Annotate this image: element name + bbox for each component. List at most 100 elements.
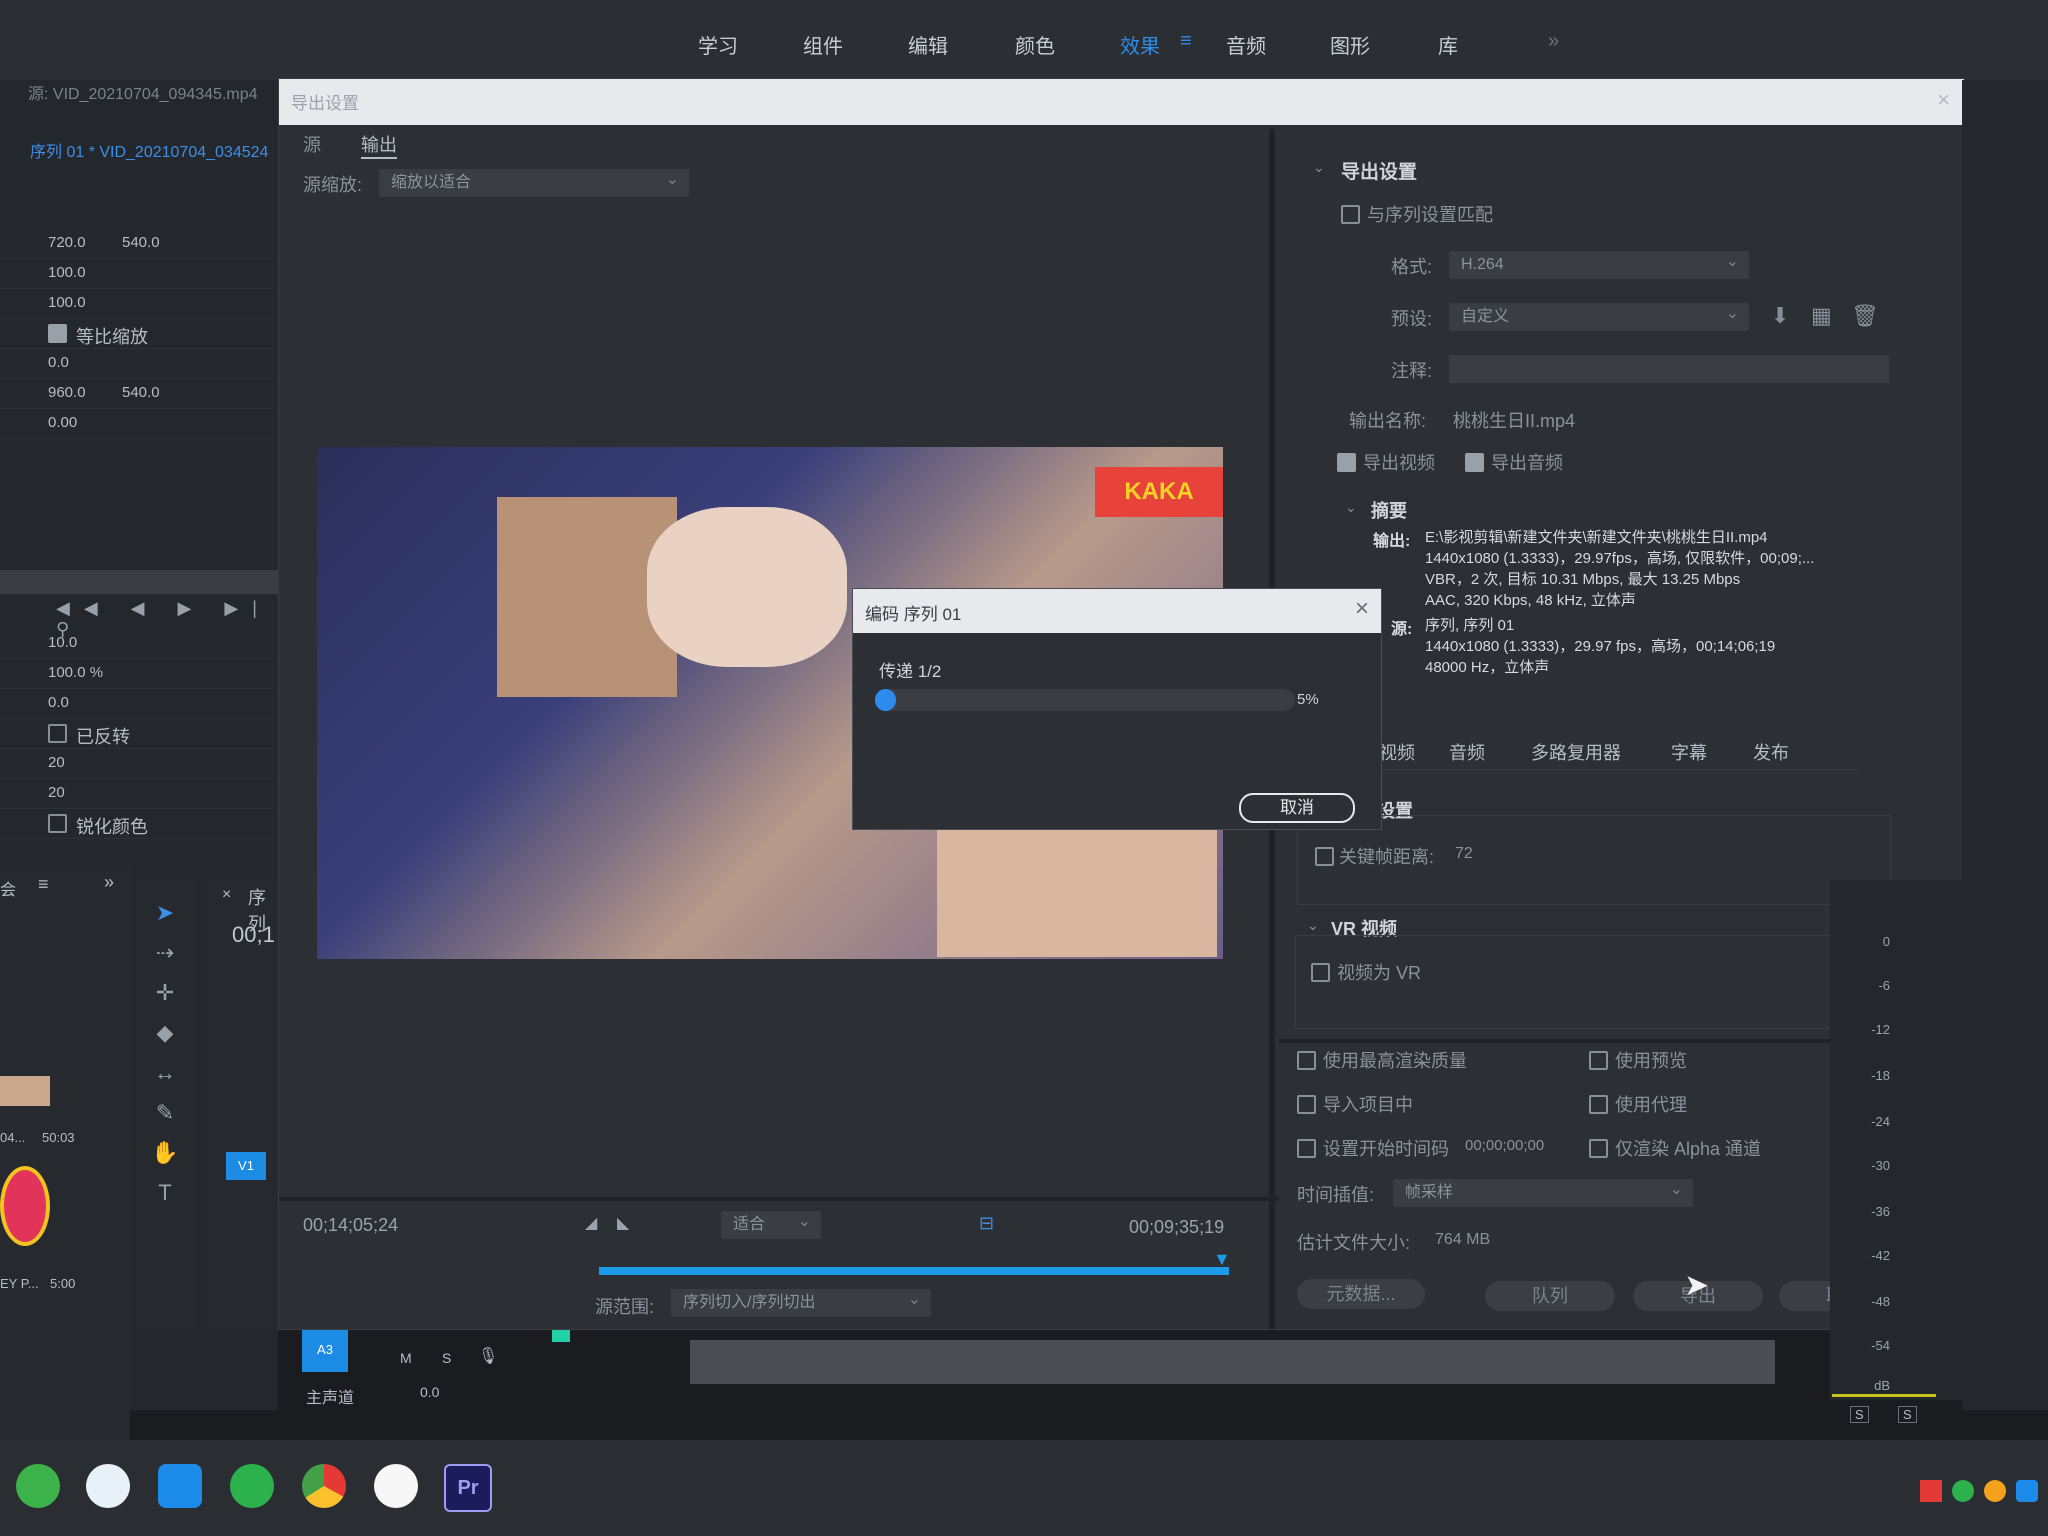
v2-value-2[interactable]: 100.0 %: [48, 664, 103, 681]
ripple-edit-tool-icon[interactable]: ✛: [148, 980, 182, 1010]
workspace-tab-effects[interactable]: 效果: [1120, 30, 1160, 59]
track-a3-target[interactable]: A3: [302, 1328, 348, 1372]
save-preset-icon[interactable]: ⬇: [1771, 303, 1789, 329]
queue-button[interactable]: 队列: [1485, 1281, 1615, 1311]
max-render-quality-checkbox[interactable]: [1297, 1051, 1316, 1070]
timeline-close-icon[interactable]: ×: [222, 886, 231, 904]
source-range-dropdown[interactable]: 序列切入/序列切出: [671, 1286, 931, 1317]
hand-tool-icon[interactable]: ✋: [148, 1140, 182, 1170]
v3-value-1[interactable]: 20: [48, 754, 65, 771]
mark-in-icon[interactable]: ◢: [585, 1213, 597, 1233]
scale-value[interactable]: 100.0: [48, 264, 86, 281]
output-name-link[interactable]: 桃桃生日II.mp4: [1453, 407, 1575, 433]
use-proxies-checkbox[interactable]: [1589, 1095, 1608, 1114]
format-dropdown[interactable]: H.264: [1449, 248, 1749, 279]
timeline-audio-clip[interactable]: [690, 1340, 1775, 1384]
position-x[interactable]: 720.0: [48, 234, 86, 251]
razor-tool-icon[interactable]: ◆: [148, 1020, 182, 1050]
collapse-vr-icon[interactable]: ⌄: [1307, 917, 1319, 934]
clip2-thumbnail[interactable]: [0, 1166, 50, 1246]
render-alpha-checkbox[interactable]: [1589, 1139, 1608, 1158]
workspace-tab-audio[interactable]: 音频: [1226, 30, 1266, 59]
inverted-row[interactable]: 已反转: [0, 718, 276, 749]
timeline-playhead-marker[interactable]: [552, 1330, 570, 1342]
solo-right-button[interactable]: S: [1898, 1406, 1917, 1423]
v2-value-3[interactable]: 0.0: [48, 694, 69, 711]
master-track-value[interactable]: 0.0: [420, 1384, 439, 1400]
chrome-icon[interactable]: [302, 1464, 346, 1508]
aspect-correction-icon[interactable]: ⊟: [979, 1213, 994, 1234]
start-timecode-value[interactable]: 00;00;00;00: [1465, 1137, 1544, 1154]
tray-icon-app[interactable]: [1984, 1480, 2006, 1502]
track-select-tool-icon[interactable]: ⇢: [148, 940, 182, 970]
use-previews-checkbox[interactable]: [1589, 1051, 1608, 1070]
match-sequence-checkbox[interactable]: [1341, 205, 1360, 224]
clip1-thumbnail[interactable]: [0, 1076, 50, 1106]
position-y[interactable]: 540.0: [122, 234, 160, 251]
app-icon-6[interactable]: [374, 1464, 418, 1508]
more-workspaces-icon[interactable]: »: [1548, 30, 1559, 53]
tab-captions[interactable]: 字幕: [1671, 739, 1707, 765]
comments-input[interactable]: [1449, 355, 1889, 383]
tray-icon-wechat[interactable]: [1952, 1480, 1974, 1502]
track-v1-target[interactable]: V1: [226, 1152, 266, 1180]
mute-button[interactable]: M: [400, 1350, 412, 1366]
inverted-checkbox[interactable]: [48, 724, 67, 743]
v3-value-2[interactable]: 20: [48, 784, 65, 801]
wechat-icon[interactable]: [230, 1464, 274, 1508]
import-preset-icon[interactable]: ▦: [1811, 303, 1832, 329]
expand-icon[interactable]: »: [104, 872, 114, 893]
type-tool-icon[interactable]: T: [148, 1180, 182, 1210]
voiceover-mic-icon[interactable]: 🎙: [478, 1346, 498, 1366]
sharpen-row[interactable]: 锐化颜色: [0, 808, 276, 839]
sharpen-checkbox[interactable]: [48, 814, 67, 833]
anchor-y[interactable]: 540.0: [122, 384, 160, 401]
tab-source[interactable]: 源: [303, 131, 321, 157]
encode-cancel-button[interactable]: 取消: [1239, 793, 1355, 823]
solo-left-button[interactable]: S: [1850, 1406, 1869, 1423]
v2-value-1[interactable]: 10.0: [48, 634, 77, 651]
pen-tool-icon[interactable]: ✎: [148, 1100, 182, 1130]
uniform-scale-row[interactable]: 等比缩放: [0, 318, 276, 349]
tab-audio[interactable]: 音频: [1449, 739, 1485, 765]
workspace-tab-learn[interactable]: 学习: [698, 30, 738, 59]
source-scaling-dropdown[interactable]: 缩放以适合: [379, 166, 689, 197]
workspace-tab-graphics[interactable]: 图形: [1330, 30, 1370, 59]
tab-output[interactable]: 输出: [361, 131, 397, 159]
workspace-tab-libraries[interactable]: 库: [1438, 30, 1458, 59]
video-is-vr-checkbox[interactable]: [1311, 963, 1330, 982]
timeline-timecode[interactable]: 00;1: [232, 922, 275, 948]
slip-tool-icon[interactable]: ↔: [148, 1060, 182, 1090]
workspace-tab-color[interactable]: 颜色: [1015, 30, 1055, 59]
source-range-bar[interactable]: [599, 1267, 1229, 1275]
set-start-timecode-checkbox[interactable]: [1297, 1139, 1316, 1158]
export-video-checkbox[interactable]: [1337, 453, 1356, 472]
time-interpolation-dropdown[interactable]: 帧采样: [1393, 1176, 1693, 1207]
export-audio-checkbox[interactable]: [1465, 453, 1484, 472]
workspace-tab-assembly[interactable]: 组件: [803, 30, 843, 59]
rotation-value[interactable]: 0.0: [48, 354, 69, 371]
app-icon-1[interactable]: [16, 1464, 60, 1508]
collapse-summary-icon[interactable]: ⌄: [1345, 499, 1357, 516]
playhead-handle-icon[interactable]: ▼: [1213, 1249, 1231, 1270]
import-into-project-checkbox[interactable]: [1297, 1095, 1316, 1114]
workspace-tab-editing[interactable]: 编辑: [908, 30, 948, 59]
keyframe-distance-checkbox[interactable]: [1315, 847, 1334, 866]
mark-out-icon[interactable]: ◣: [617, 1213, 629, 1233]
tab-publish[interactable]: 发布: [1753, 739, 1789, 765]
source-tab[interactable]: 源: VID_20210704_094345.mp4: [28, 80, 258, 104]
tray-icon-wps[interactable]: [1920, 1480, 1942, 1502]
timecode-in[interactable]: 00;14;05;24: [303, 1215, 398, 1236]
collapse-export-settings-icon[interactable]: ⌄: [1313, 159, 1325, 176]
delete-preset-icon[interactable]: 🗑: [1851, 303, 1879, 329]
anti-flicker-value[interactable]: 0.00: [48, 414, 77, 431]
panel-menu-icon[interactable]: ≡: [38, 874, 49, 895]
encode-close-icon[interactable]: ×: [1355, 595, 1369, 623]
tab-video[interactable]: 视频: [1379, 739, 1415, 765]
timecode-out[interactable]: 00;09;35;19: [1129, 1217, 1224, 1238]
project-tab[interactable]: 会: [0, 876, 16, 900]
premiere-pro-icon[interactable]: Pr: [444, 1464, 492, 1512]
keyframe-distance-value[interactable]: 72: [1455, 845, 1473, 863]
tray-icon-bluetooth[interactable]: [2016, 1480, 2038, 1502]
app-icon-2[interactable]: [86, 1464, 130, 1508]
